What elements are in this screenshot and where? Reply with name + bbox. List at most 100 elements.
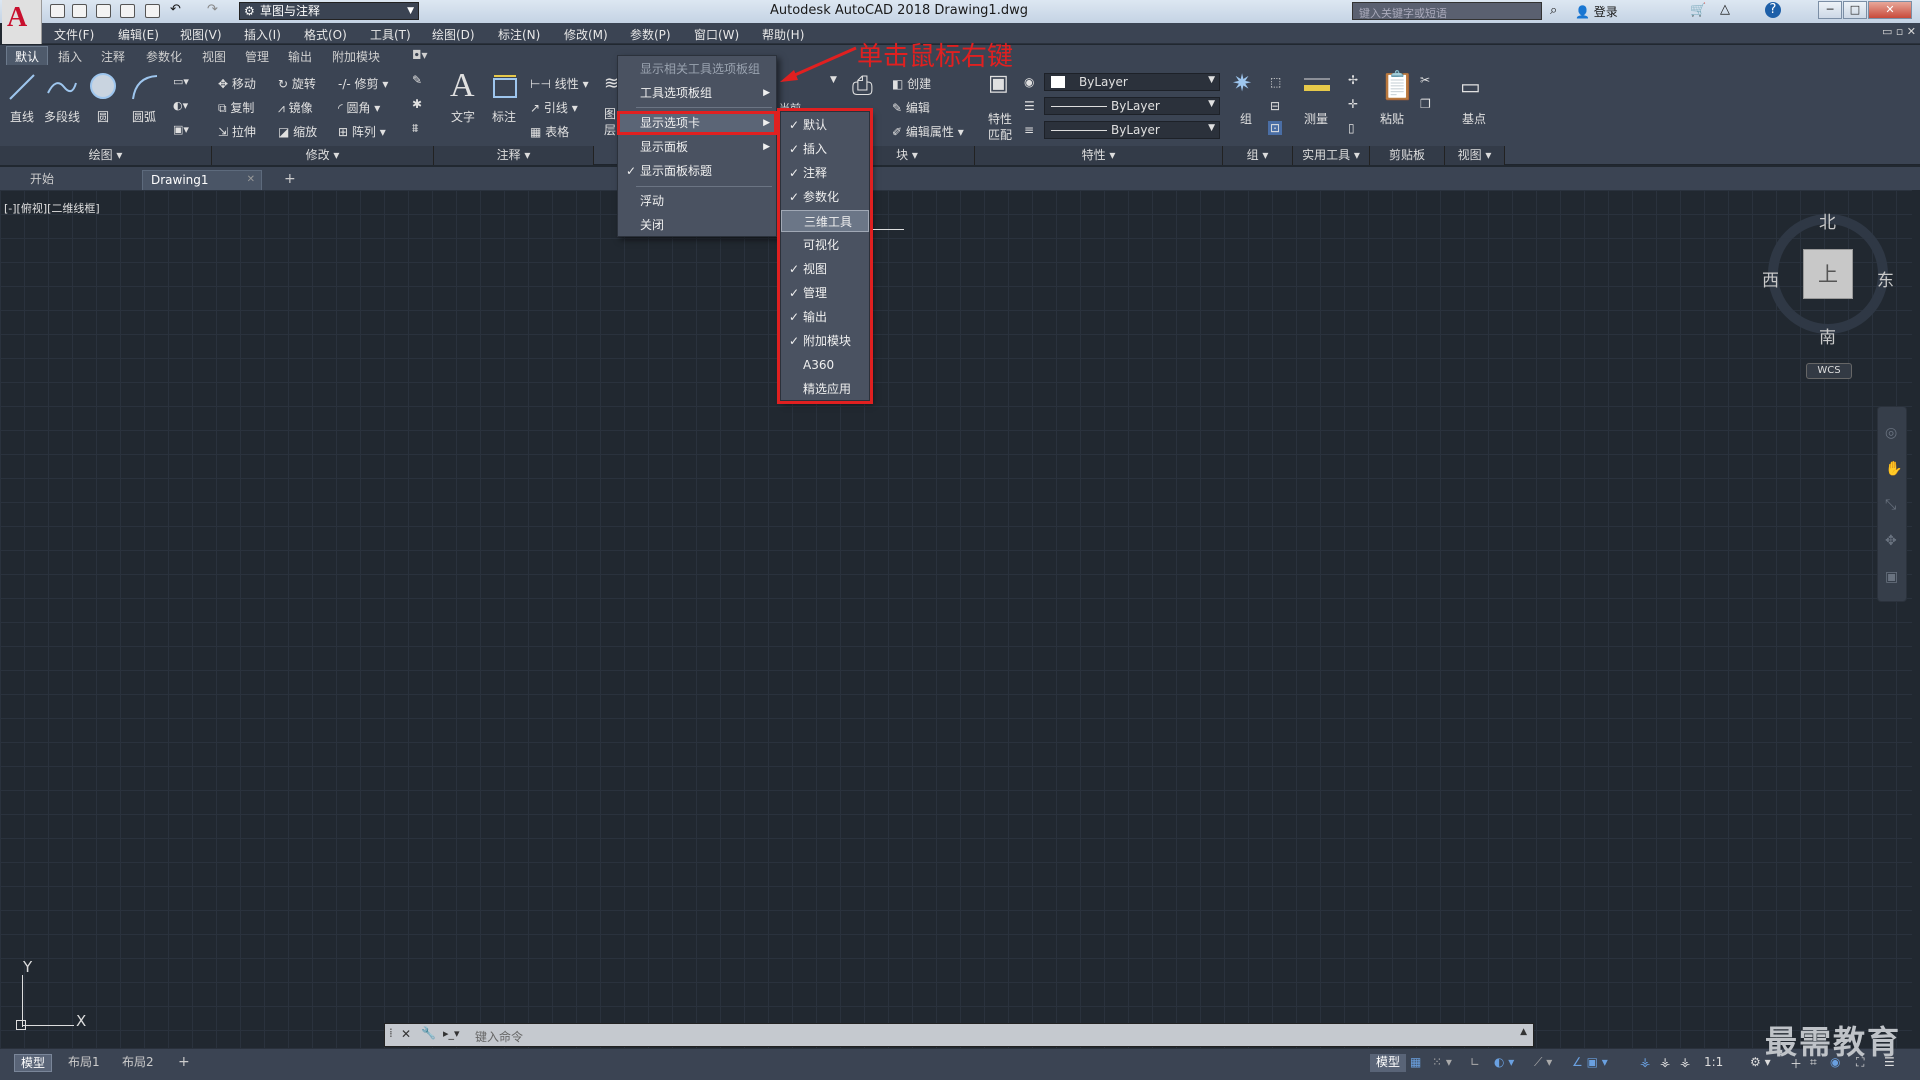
tab-output[interactable]: 输出: [288, 48, 312, 65]
linear-button[interactable]: ⊢⊣ 线性 ▾: [530, 75, 589, 92]
maximize-button[interactable]: □: [1843, 1, 1867, 19]
tab-manage[interactable]: 管理: [245, 48, 269, 65]
annotation-scale-icon[interactable]: ⚶: [1680, 1055, 1690, 1069]
redo-icon[interactable]: ↷: [207, 3, 222, 18]
doc-window-controls[interactable]: ▭ ▫ ✕: [1882, 25, 1916, 38]
snap-icon[interactable]: ⁙ ▾: [1432, 1055, 1452, 1069]
compass-east[interactable]: 东: [1877, 266, 1894, 291]
model-space-button[interactable]: 模型: [1370, 1054, 1407, 1072]
trim-button[interactable]: -/- 修剪 ▾: [338, 75, 388, 92]
color-dropdown[interactable]: ByLayer ▼: [1044, 73, 1220, 91]
panel-title-groups[interactable]: 组 ▾: [1223, 146, 1293, 165]
table-button[interactable]: ▦ 表格: [530, 123, 569, 140]
quick-select-icon[interactable]: ✢: [1348, 73, 1358, 87]
measure-icon[interactable]: [1302, 75, 1332, 99]
annotation-scale-value[interactable]: 1:1: [1704, 1055, 1723, 1069]
wrench-icon[interactable]: 🔧: [421, 1026, 436, 1040]
calculator-icon[interactable]: ▯: [1348, 121, 1355, 135]
hatch-icon[interactable]: ◐▾: [173, 99, 188, 112]
menu-insert[interactable]: 插入(I): [244, 26, 281, 43]
showmotion-icon[interactable]: ▣: [1885, 569, 1898, 585]
minimize-button[interactable]: ─: [1818, 1, 1842, 19]
undo-icon[interactable]: ↶: [170, 3, 185, 18]
explode-icon[interactable]: ✱: [412, 97, 422, 111]
scale-button[interactable]: ◪ 缩放: [278, 123, 317, 140]
tab-default[interactable]: 默认: [6, 46, 49, 66]
layout-tab-1[interactable]: 布局1: [62, 1054, 106, 1072]
workspace-dropdown[interactable]: ⚙ 草图与注释 ▼: [239, 2, 419, 20]
menu-format[interactable]: 格式(O): [304, 26, 347, 43]
dimension-label[interactable]: 标注: [492, 108, 516, 125]
close-button[interactable]: ✕: [1868, 1, 1912, 19]
chevron-up-icon[interactable]: ▲: [1520, 1027, 1527, 1037]
paste-icon[interactable]: 📋: [1380, 69, 1415, 102]
panel-title-view[interactable]: 视图 ▾: [1445, 146, 1505, 165]
menu-item-tool-palette-groups[interactable]: 工具选项板组 ▶: [618, 82, 776, 104]
grid-icon[interactable]: ▦: [1410, 1055, 1421, 1069]
match-properties-icon[interactable]: ▣: [988, 71, 1009, 96]
group-label[interactable]: 组: [1240, 110, 1252, 127]
menu-tools[interactable]: 工具(T): [370, 26, 411, 43]
edit-block-button[interactable]: ✎ 编辑: [892, 99, 930, 116]
fillet-button[interactable]: ◜ 圆角 ▾: [338, 99, 380, 116]
menu-file[interactable]: 文件(F): [54, 26, 94, 43]
osnap-track-icon[interactable]: ⟋ ▾: [1534, 1055, 1552, 1070]
circle-label[interactable]: 圆: [97, 108, 109, 125]
tab-view[interactable]: 视图: [202, 48, 226, 65]
osnap-icon[interactable]: ∠ ▣ ▾: [1572, 1055, 1608, 1069]
polar-icon[interactable]: ◐ ▾: [1494, 1055, 1514, 1069]
menu-item-float[interactable]: 浮动: [618, 190, 776, 212]
ribbon-options-icon[interactable]: ◘▾: [412, 48, 428, 62]
menu-help[interactable]: 帮助(H): [762, 26, 804, 43]
group-edit-icon[interactable]: ⊟: [1270, 99, 1280, 113]
layout-tab-2[interactable]: 布局2: [116, 1054, 160, 1072]
circle-icon[interactable]: [88, 71, 118, 101]
base-point-label[interactable]: 基点: [1462, 110, 1486, 127]
menu-view[interactable]: 视图(V): [180, 26, 222, 43]
rectangle-icon[interactable]: ▭▾: [173, 75, 189, 88]
close-tab-icon[interactable]: ✕: [247, 171, 255, 189]
search-input[interactable]: 键入关键字或短语: [1352, 2, 1542, 20]
tab-addins[interactable]: 附加模块: [332, 48, 380, 65]
viewcube-top-face[interactable]: 上: [1803, 249, 1853, 299]
doc-tab-start[interactable]: 开始: [22, 170, 62, 190]
ungroup-icon[interactable]: ⬚: [1270, 75, 1281, 89]
cart-icon[interactable]: 🛒: [1690, 3, 1706, 18]
region-icon[interactable]: ▣▾: [173, 123, 189, 136]
new-tab-button[interactable]: +: [276, 170, 304, 190]
copy-clip-icon[interactable]: ❐: [1420, 97, 1431, 111]
orbit-icon[interactable]: ✥: [1885, 533, 1897, 549]
wcs-dropdown[interactable]: WCS: [1806, 363, 1852, 379]
menu-edit[interactable]: 编辑(E): [118, 26, 159, 43]
lineweight-dropdown[interactable]: ByLayer ▼: [1044, 121, 1220, 139]
erase-icon[interactable]: ✎: [412, 73, 422, 87]
measure-label[interactable]: 测量: [1304, 110, 1328, 127]
tab-annotate[interactable]: 注释: [101, 48, 125, 65]
menu-dimension[interactable]: 标注(N): [498, 26, 540, 43]
a360-icon[interactable]: △: [1720, 2, 1730, 17]
panel-title-utilities[interactable]: 实用工具 ▾: [1293, 146, 1370, 165]
menu-parametric[interactable]: 参数(P): [630, 26, 671, 43]
layout-tab-model[interactable]: 模型: [14, 1054, 53, 1072]
polyline-label[interactable]: 多段线: [44, 108, 80, 125]
viewport-controls[interactable]: [-][俯视][二维线框]: [4, 200, 100, 216]
offset-icon[interactable]: ⩩: [412, 121, 418, 136]
compass-north[interactable]: 北: [1819, 208, 1836, 233]
paste-label[interactable]: 粘贴: [1380, 110, 1404, 127]
rotate-button[interactable]: ↻ 旋转: [278, 75, 316, 92]
pan-icon[interactable]: ✋: [1885, 461, 1902, 477]
cut-icon[interactable]: ✂: [1420, 73, 1430, 87]
compass-south[interactable]: 南: [1819, 323, 1836, 348]
polyline-icon[interactable]: [46, 73, 78, 101]
command-history-icon[interactable]: ▸_▾: [443, 1027, 460, 1040]
compass-west[interactable]: 西: [1762, 266, 1779, 291]
new-layout-button[interactable]: +: [172, 1054, 196, 1072]
menu-item-show-panel-titles[interactable]: ✓ 显示面板标题: [618, 160, 776, 182]
annotation-visibility-icon[interactable]: ⚶: [1640, 1055, 1650, 1069]
base-point-icon[interactable]: ▭: [1460, 75, 1481, 100]
text-label[interactable]: 文字: [451, 108, 475, 125]
leader-button[interactable]: ↗ 引线 ▾: [530, 99, 578, 116]
stretch-button[interactable]: ⇲ 拉伸: [218, 123, 256, 140]
panel-title-properties[interactable]: 特性 ▾: [975, 146, 1223, 165]
tab-insert[interactable]: 插入: [58, 48, 82, 65]
